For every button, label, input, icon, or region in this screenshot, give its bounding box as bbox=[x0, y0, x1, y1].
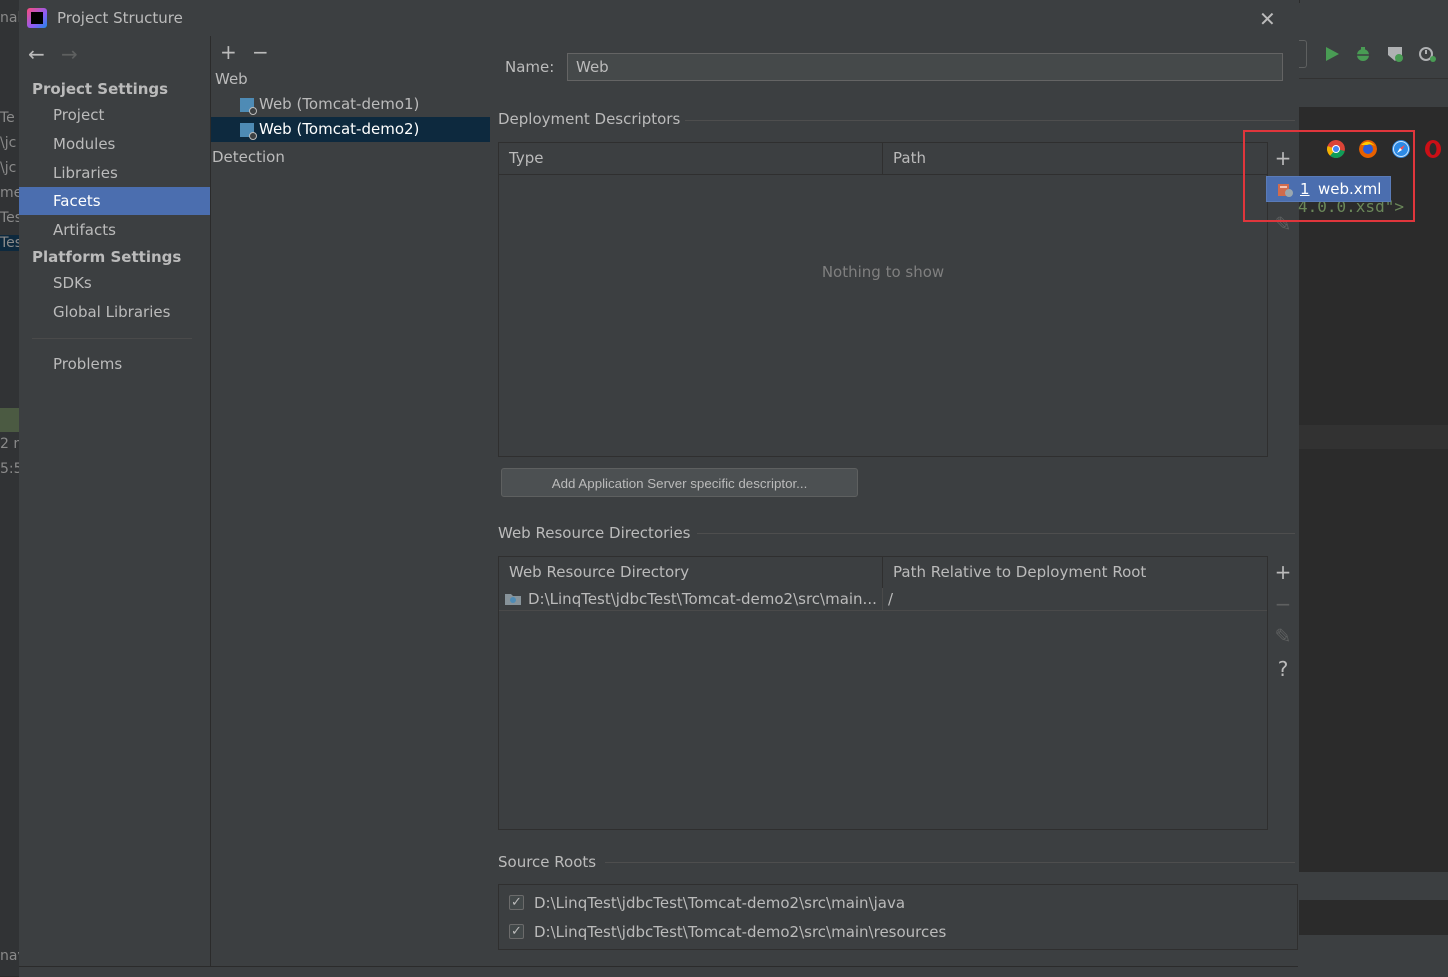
nav-item-problems[interactable]: Problems bbox=[19, 350, 210, 378]
tree-item-label: Web (Tomcat-demo1) bbox=[259, 95, 420, 113]
deployment-descriptors-header: Deployment Descriptors bbox=[498, 110, 681, 128]
source-roots-list: ✓ D:\LinqTest\jdbcTest\Tomcat-demo2\src\… bbox=[498, 884, 1298, 950]
background-highlight bbox=[1298, 425, 1448, 449]
forward-arrow-icon[interactable]: → bbox=[61, 42, 78, 66]
table-header: Type Path bbox=[499, 143, 1267, 175]
background-panel bbox=[1298, 872, 1448, 900]
background-text: Te bbox=[0, 110, 15, 126]
profile-icon[interactable] bbox=[1418, 45, 1438, 63]
column-header-relative-path[interactable]: Path Relative to Deployment Root bbox=[883, 557, 1267, 588]
remove-resource-button[interactable]: − bbox=[1268, 592, 1298, 616]
dialog-titlebar bbox=[19, 0, 1298, 36]
source-root-path: D:\LinqTest\jdbcTest\Tomcat-demo2\src\ma… bbox=[534, 923, 947, 941]
empty-table-text: Nothing to show bbox=[821, 263, 945, 281]
background-text: \jc bbox=[0, 135, 17, 151]
close-icon[interactable]: ✕ bbox=[1259, 7, 1276, 31]
background-text: \jc bbox=[0, 160, 17, 176]
background-toolbar bbox=[1298, 0, 1448, 78]
source-roots-header: Source Roots bbox=[498, 853, 597, 871]
folder-icon bbox=[505, 594, 521, 605]
help-icon[interactable]: ? bbox=[1268, 657, 1298, 681]
tree-root-web[interactable]: Web bbox=[215, 67, 248, 92]
background-text: 5:5 bbox=[0, 461, 19, 477]
source-root-checkbox[interactable]: ✓ bbox=[509, 895, 524, 910]
name-label: Name: bbox=[505, 58, 555, 76]
highlight-annotation-box bbox=[1243, 130, 1415, 222]
column-header-directory[interactable]: Web Resource Directory bbox=[499, 557, 882, 588]
background-text: nav bbox=[0, 948, 19, 964]
deployment-descriptors-table: Type Path Nothing to show bbox=[498, 142, 1268, 457]
column-header-path[interactable]: Path bbox=[883, 143, 1267, 174]
add-facet-button[interactable]: + bbox=[220, 40, 237, 64]
coverage-icon[interactable] bbox=[1386, 45, 1404, 63]
background-text: 2 m bbox=[0, 436, 19, 452]
relative-path-cell: / bbox=[888, 590, 894, 608]
dialog-title: Project Structure bbox=[57, 9, 183, 27]
run-icon[interactable] bbox=[1324, 46, 1340, 62]
resource-directory-cell: D:\LinqTest\jdbcTest\Tomcat-demo2\src\ma… bbox=[528, 590, 877, 608]
web-facet-icon bbox=[240, 122, 257, 140]
table-header: Web Resource Directory Path Relative to … bbox=[499, 557, 1267, 589]
web-resource-directories-header: Web Resource Directories bbox=[498, 524, 691, 542]
source-root-path: D:\LinqTest\jdbcTest\Tomcat-demo2\src\ma… bbox=[534, 894, 906, 912]
run-config-combo[interactable] bbox=[1298, 40, 1307, 68]
background-highlight bbox=[0, 408, 19, 432]
background-text: Tes bbox=[0, 235, 19, 251]
web-resource-table: Web Resource Directory Path Relative to … bbox=[498, 556, 1268, 830]
background-text: Tes bbox=[0, 210, 19, 226]
web-resource-tools: + − ✎ ? bbox=[1267, 556, 1297, 830]
nav-item-libraries[interactable]: Libraries bbox=[19, 159, 210, 187]
dialog-bottom-edge bbox=[19, 966, 1298, 977]
nav-item-modules[interactable]: Modules bbox=[19, 130, 210, 158]
opera-icon[interactable] bbox=[1424, 140, 1442, 158]
add-server-descriptor-button[interactable]: Add Application Server specific descript… bbox=[501, 468, 858, 497]
project-settings-header: Project Settings bbox=[32, 80, 169, 98]
tree-item-detection[interactable]: Detection bbox=[212, 145, 285, 170]
nav-item-project[interactable]: Project bbox=[19, 101, 210, 129]
background-tabstrip bbox=[1298, 78, 1448, 107]
background-text: nal bbox=[0, 10, 19, 26]
section-divider bbox=[697, 533, 1295, 534]
nav-divider bbox=[32, 338, 192, 339]
nav-item-artifacts[interactable]: Artifacts bbox=[19, 216, 210, 244]
column-header-type[interactable]: Type bbox=[499, 143, 882, 174]
name-field[interactable] bbox=[567, 53, 1283, 81]
tree-item-tomcat-demo2[interactable]: Web (Tomcat-demo2) bbox=[211, 117, 490, 142]
background-text: me bbox=[0, 185, 19, 201]
add-resource-button[interactable]: + bbox=[1268, 560, 1298, 584]
facets-tree bbox=[211, 36, 492, 966]
source-root-checkbox[interactable]: ✓ bbox=[509, 924, 524, 939]
background-editor-left: nal Te \jc \jc me Tes Tes 2 m 5:5 nav bbox=[0, 0, 19, 976]
nav-item-sdks[interactable]: SDKs bbox=[19, 269, 210, 297]
background-panel bbox=[1298, 934, 1448, 977]
edit-resource-icon[interactable]: ✎ bbox=[1268, 624, 1298, 648]
tree-item-label: Web (Tomcat-demo2) bbox=[259, 120, 420, 138]
platform-settings-header: Platform Settings bbox=[32, 248, 182, 266]
table-row[interactable]: D:\LinqTest\jdbcTest\Tomcat-demo2\src\ma… bbox=[499, 588, 1267, 611]
tree-item-tomcat-demo1[interactable]: Web (Tomcat-demo1) bbox=[211, 92, 490, 117]
intellij-logo-icon bbox=[27, 8, 47, 28]
section-divider bbox=[685, 120, 1295, 121]
remove-facet-button[interactable]: − bbox=[252, 40, 269, 64]
back-arrow-icon[interactable]: ← bbox=[28, 42, 45, 66]
column-divider bbox=[882, 588, 883, 610]
section-divider bbox=[605, 862, 1295, 863]
web-facet-icon bbox=[240, 97, 257, 115]
debug-icon[interactable] bbox=[1354, 45, 1372, 63]
nav-item-global-libraries[interactable]: Global Libraries bbox=[19, 298, 210, 326]
nav-item-facets[interactable]: Facets bbox=[19, 187, 210, 215]
